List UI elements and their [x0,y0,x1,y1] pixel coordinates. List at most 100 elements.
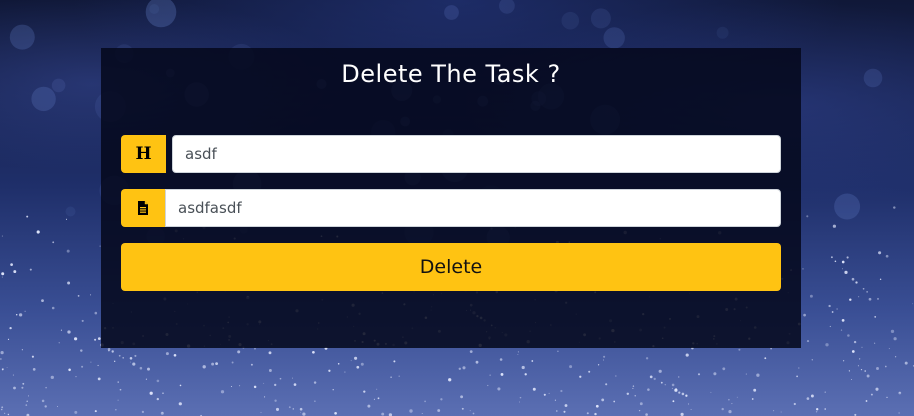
glitter-dot [122,357,124,359]
glitter-dot [1,235,3,237]
glitter-dot [595,404,599,408]
glitter-dot [685,394,688,397]
glitter-dot [780,411,782,413]
glitter-dot [876,367,879,370]
glitter-dot [893,206,896,209]
glitter-dot [211,362,215,366]
glitter-dot [90,294,92,296]
glitter-dot [21,386,24,389]
glitter-dot [377,397,380,400]
glitter-dot [836,308,838,310]
glitter-dot [52,241,55,244]
glitter-dot [398,375,400,378]
glitter-dot [721,407,724,411]
glitter-dot [816,408,819,411]
glitter-dot [594,412,597,416]
glitter-dot [658,369,662,373]
bokeh-dot [51,78,66,93]
glitter-dot [866,291,868,293]
glitter-dot [745,373,747,375]
glitter-dot [898,412,900,414]
glitter-dot [809,294,813,298]
glitter-dot [41,399,45,403]
glitter-dot [862,287,865,290]
glitter-dot [29,268,32,271]
glitter-dot [806,215,809,218]
glitter-dot [877,297,879,300]
glitter-dot [861,346,863,348]
glitter-dot [864,370,866,372]
glitter-dot [461,407,464,410]
glitter-dot [367,404,371,408]
glitter-dot [521,365,525,370]
glitter-dot [674,388,678,392]
glitter-dot [117,399,119,401]
glitter-dot [824,408,826,410]
glitter-dot [264,396,266,398]
glitter-dot [888,348,890,350]
glitter-dot [4,412,6,414]
glitter-dot [288,406,291,409]
glitter-dot [115,409,117,411]
glitter-dot [119,388,122,391]
glitter-dot [518,401,521,403]
glitter-dot [458,367,461,370]
glitter-dot [736,396,738,398]
glitter-dot [497,387,501,391]
glitter-dot [376,388,378,390]
glitter-dot [1,276,3,278]
glitter-dot [563,410,566,413]
glitter-dot [312,350,315,354]
glitter-dot [857,365,859,367]
glitter-dot [67,281,71,285]
glitter-dot [292,408,295,410]
glitter-dot [815,411,818,413]
glitter-dot [462,366,466,370]
glitter-dot [615,375,617,377]
glitter-dot [870,393,873,396]
glitter-dot [517,354,519,355]
glitter-dot [710,391,712,393]
glitter-dot [687,403,690,405]
glitter-dot [798,367,800,369]
glitter-dot [74,410,78,414]
glitter-dot [653,377,656,381]
glitter-dot [81,365,84,368]
task-description-input[interactable] [165,189,781,227]
glitter-dot [866,374,870,378]
task-title-input[interactable] [172,135,781,173]
glitter-dot [134,354,137,357]
glitter-dot [15,313,18,316]
glitter-dot [263,382,265,384]
glitter-dot [660,381,663,384]
bokeh-dot [603,27,625,49]
glitter-dot [857,296,860,298]
glitter-dot [230,385,233,388]
glitter-dot [671,387,673,389]
glitter-dot [828,304,831,308]
glitter-dot [41,299,44,302]
glitter-dot [220,390,225,394]
delete-button[interactable]: Delete [121,243,781,291]
glitter-dot [165,352,169,356]
glitter-dot [7,338,10,341]
glitter-dot [851,277,855,281]
glitter-dot [350,360,352,362]
glitter-dot [275,407,280,411]
glitter-dot [890,329,895,334]
glitter-dot [846,256,849,259]
glitter-dot [449,378,451,380]
glitter-dot [0,350,4,355]
bokeh-dot [31,86,56,112]
bokeh-dot [590,8,611,29]
glitter-dot [21,349,23,351]
glitter-dot [548,392,550,394]
glitter-dot [632,387,634,389]
glitter-dot [894,356,897,358]
glitter-dot [36,230,40,234]
glitter-dot [129,361,131,363]
glitter-dot [557,350,559,353]
glitter-dot [74,337,78,341]
glitter-dot [424,400,426,403]
glitter-dot [602,359,605,361]
